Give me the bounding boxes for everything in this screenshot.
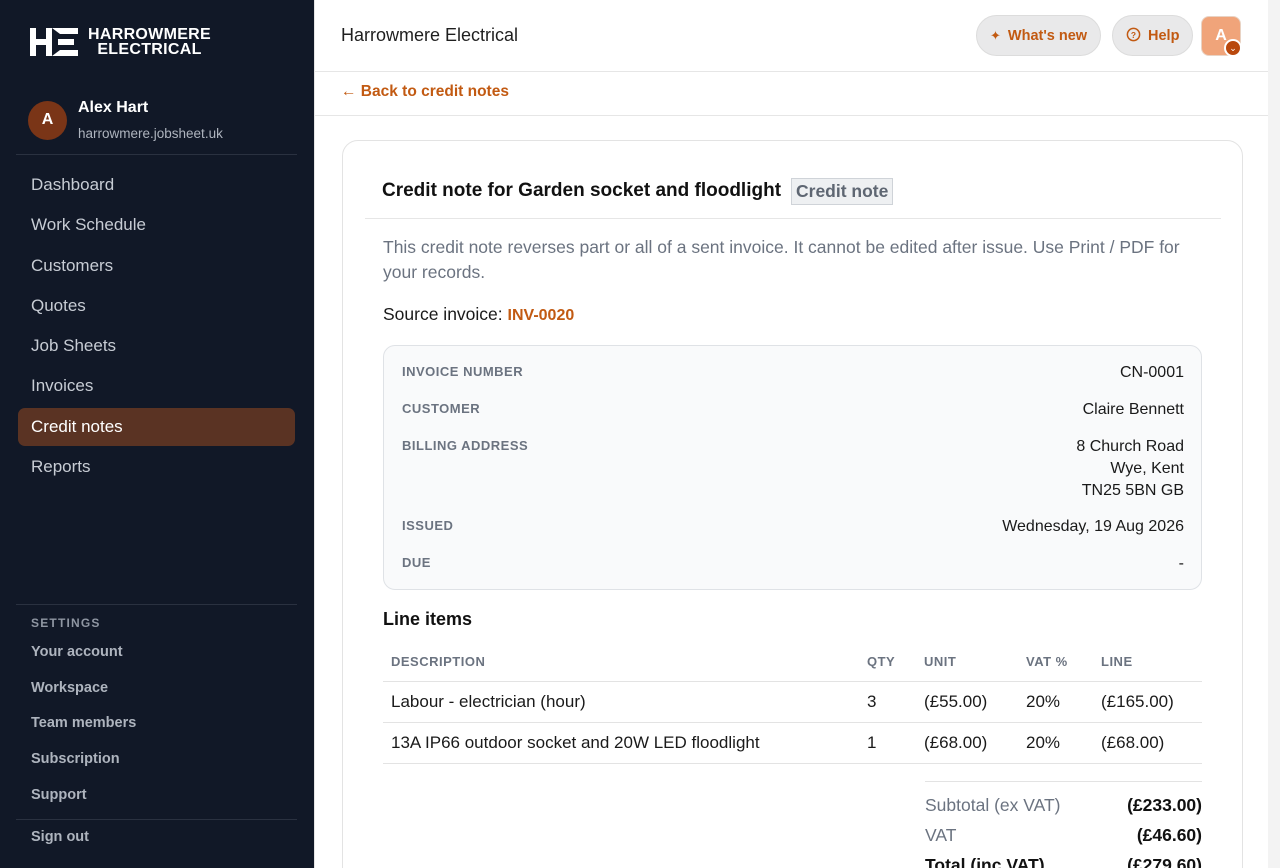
help-label: Help: [1148, 27, 1180, 44]
total-value: (£279.60): [1127, 855, 1202, 868]
column-header: DESCRIPTION: [383, 643, 859, 682]
main-content: Harrowmere Electrical ✦ What's new ? Hel…: [314, 0, 1269, 868]
user-profile[interactable]: A Alex Hart harrowmere.jobsheet.uk: [28, 99, 223, 141]
whats-new-button[interactable]: ✦ What's new: [976, 15, 1102, 56]
vat-value: (£46.60): [1136, 825, 1202, 845]
nav-item-invoices[interactable]: Invoices: [18, 367, 295, 405]
column-header: VAT %: [1018, 643, 1093, 682]
nav-item-credit-notes[interactable]: Credit notes: [18, 407, 295, 446]
brand-line-2: ELECTRICAL: [97, 41, 202, 58]
divider: [16, 604, 297, 605]
help-button[interactable]: ? Help: [1112, 15, 1194, 56]
settings-item-subscription[interactable]: Subscription: [31, 751, 136, 787]
cell-vat: 20%: [1018, 681, 1093, 723]
cell-unit: (£55.00): [916, 681, 1018, 723]
status-badge: Credit note: [791, 178, 894, 205]
detail-label: CUSTOMER: [402, 401, 481, 416]
user-name: Alex Hart: [78, 99, 149, 116]
whats-new-label: What's new: [1007, 27, 1088, 44]
he-monogram-icon: [30, 26, 80, 58]
details-panel: INVOICE NUMBER CN-0001 CUSTOMER Claire B…: [383, 345, 1202, 590]
scrollbar[interactable]: [1268, 0, 1280, 868]
credit-note-description: This credit note reverses part or all of…: [383, 237, 1180, 282]
cell-description: Labour - electrician (hour): [383, 681, 859, 723]
user-domain: harrowmere.jobsheet.uk: [78, 126, 223, 141]
nav-item-customers[interactable]: Customers: [18, 247, 295, 285]
brand-name: HARROWMERE ELECTRICAL: [88, 26, 211, 58]
line-items-table: DESCRIPTION QTY UNIT VAT % LINE Labour -…: [383, 643, 1202, 764]
divider: [16, 154, 297, 155]
cell-line: (£165.00): [1093, 681, 1202, 723]
billing-address: 8 Church Road Wye, Kent TN25 5BN GB: [1076, 436, 1184, 502]
detail-value: Claire Bennett: [1082, 401, 1184, 418]
totals-panel: Subtotal (ex VAT) (£233.00) VAT (£46.60)…: [925, 781, 1202, 868]
subtotal-label: Subtotal (ex VAT): [925, 795, 1061, 815]
source-invoice-label: Source invoice:: [383, 304, 503, 324]
nav-item-quotes[interactable]: Quotes: [18, 287, 295, 325]
workspace-title: Harrowmere Electrical: [341, 25, 519, 45]
line-items-heading: Line items: [383, 609, 473, 629]
address-line: 8 Church Road: [1076, 438, 1184, 455]
main-nav: Dashboard Work Schedule Customers Quotes…: [18, 166, 295, 488]
settings-item-your-account[interactable]: Your account: [31, 644, 136, 680]
back-to-credit-notes-link[interactable]: ← Back to credit notes: [341, 83, 509, 101]
detail-value: -: [1178, 555, 1184, 572]
detail-label: DUE: [402, 555, 431, 570]
column-header: LINE: [1093, 643, 1202, 682]
sidebar: HARROWMERE ELECTRICAL A Alex Hart harrow…: [0, 0, 314, 868]
settings-item-workspace[interactable]: Workspace: [31, 680, 136, 716]
table-row: 13A IP66 outdoor socket and 20W LED floo…: [383, 722, 1202, 764]
address-line: Wye, Kent: [1110, 460, 1184, 477]
column-header: UNIT: [916, 643, 1018, 682]
card-header: Credit note for Garden socket and floodl…: [365, 141, 1221, 219]
settings-item-team-members[interactable]: Team members: [31, 715, 136, 751]
cell-description: 13A IP66 outdoor socket and 20W LED floo…: [383, 722, 859, 764]
settings-item-support[interactable]: Support: [31, 787, 136, 823]
nav-item-job-sheets[interactable]: Job Sheets: [18, 327, 295, 365]
settings-menu: Your account Workspace Team members Subs…: [31, 644, 136, 822]
credit-note-card: Credit note for Garden socket and floodl…: [342, 140, 1243, 868]
table-header-row: DESCRIPTION QTY UNIT VAT % LINE: [383, 643, 1202, 682]
vat-label: VAT: [925, 825, 957, 845]
cell-vat: 20%: [1018, 722, 1093, 764]
source-invoice: Source invoice: INV-0020: [383, 304, 574, 325]
help-circle-icon: ?: [1126, 27, 1141, 45]
sign-out-link[interactable]: Sign out: [31, 829, 89, 845]
column-header: QTY: [859, 643, 916, 682]
table-row: Labour - electrician (hour) 3 (£55.00) 2…: [383, 681, 1202, 723]
divider: [16, 819, 297, 820]
page-title: Credit note for Garden socket and floodl…: [382, 180, 782, 201]
sparkle-icon: ✦: [990, 27, 1001, 43]
detail-value: Wednesday, 19 Aug 2026: [1002, 518, 1184, 535]
brand-logo[interactable]: HARROWMERE ELECTRICAL: [30, 26, 211, 58]
top-bar: Harrowmere Electrical ✦ What's new ? Hel…: [315, 0, 1269, 72]
cell-qty: 3: [859, 681, 916, 723]
brand-line-1: HARROWMERE: [88, 26, 211, 43]
subtotal-value: (£233.00): [1127, 795, 1202, 815]
back-bar: ← Back to credit notes: [315, 72, 1269, 116]
total-label: Total (inc VAT): [925, 855, 1045, 868]
detail-label: INVOICE NUMBER: [402, 364, 524, 379]
cell-qty: 1: [859, 722, 916, 764]
svg-text:?: ?: [1131, 29, 1136, 39]
cell-line: (£68.00): [1093, 722, 1202, 764]
chevron-down-icon[interactable]: ⌄: [1224, 39, 1242, 57]
source-invoice-link[interactable]: INV-0020: [508, 307, 575, 324]
avatar: A: [28, 100, 67, 140]
settings-heading: SETTINGS: [31, 616, 101, 630]
nav-item-work-schedule[interactable]: Work Schedule: [18, 206, 295, 244]
nav-item-dashboard[interactable]: Dashboard: [18, 166, 295, 204]
detail-label: ISSUED: [402, 518, 454, 533]
detail-value: CN-0001: [1119, 364, 1184, 381]
nav-item-reports[interactable]: Reports: [18, 448, 295, 486]
address-line: TN25 5BN GB: [1081, 482, 1184, 499]
detail-label: BILLING ADDRESS: [402, 438, 529, 453]
cell-unit: (£68.00): [916, 722, 1018, 764]
